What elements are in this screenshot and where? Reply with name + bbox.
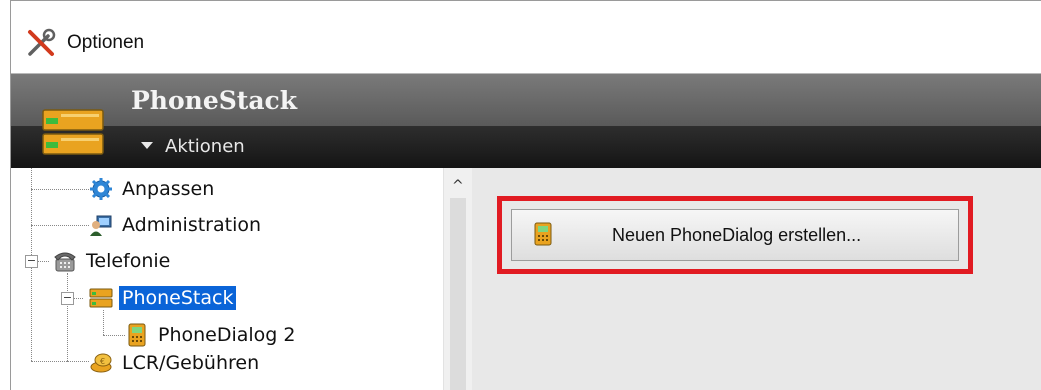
server-icon [89, 288, 113, 308]
actions-label: Aktionen [165, 136, 245, 157]
tree-item-administration[interactable]: Administration [89, 211, 264, 239]
tree-item-phonedialog-2[interactable]: PhoneDialog 2 [125, 321, 299, 349]
telefonie-collapse-toggle[interactable]: − [25, 255, 38, 268]
page-title: PhoneStack [131, 86, 298, 115]
desk-phone-icon [128, 323, 146, 347]
caret-down-icon [141, 141, 153, 149]
scroll-up-icon[interactable]: ^ [452, 178, 464, 194]
tree-item-anpassen[interactable]: Anpassen [89, 175, 217, 203]
desk-phone-icon [534, 222, 552, 246]
admin-users-icon [90, 215, 112, 236]
server-icon [42, 109, 104, 155]
create-phonedialog-button[interactable]: Neuen PhoneDialog erstellen... [511, 209, 959, 261]
app-header: PhoneStack Aktionen [11, 74, 1041, 168]
scrollbar-thumb[interactable] [450, 198, 466, 390]
tree-item-phonestack[interactable]: PhoneStack [89, 284, 237, 312]
window-title: Optionen [67, 32, 145, 53]
tools-icon [28, 28, 56, 56]
tree-item-lcr-gebuehren[interactable]: € LCR/Gebühren [89, 349, 262, 377]
phonestack-collapse-toggle[interactable]: − [61, 292, 74, 305]
title-bar: Optionen [11, 1, 1041, 74]
tree-scrollbar[interactable]: ^ [443, 168, 472, 390]
svg-text:€: € [100, 357, 105, 366]
gear-icon [90, 178, 112, 200]
coins-icon: € [90, 353, 112, 373]
tree-item-telefonie[interactable]: Telefonie [53, 247, 173, 275]
navigation-tree: − − Anpassen Administration Telefonie Ph… [11, 168, 443, 390]
create-phonedialog-label: Neuen PhoneDialog erstellen... [612, 225, 862, 245]
options-window: Optionen PhoneStack Aktionen − − Anpasse… [10, 0, 1041, 390]
phone-icon [54, 252, 76, 272]
actions-menu-toggle[interactable]: Aktionen [141, 136, 245, 157]
